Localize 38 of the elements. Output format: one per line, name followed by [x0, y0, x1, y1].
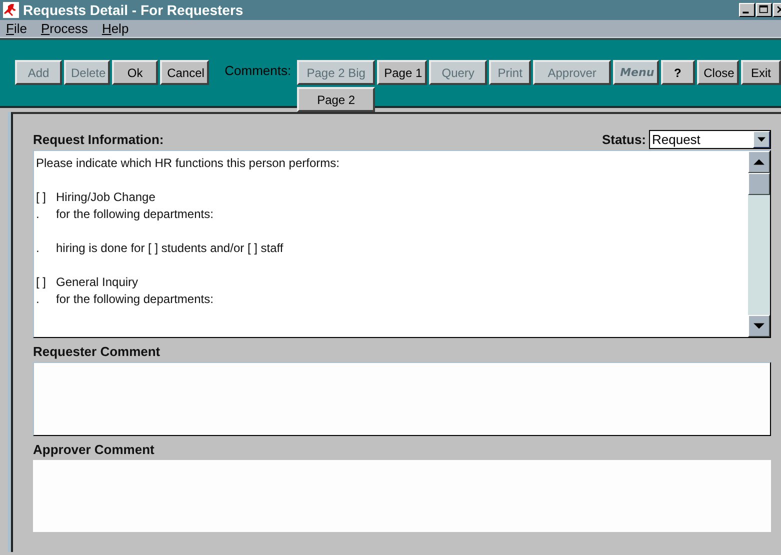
text-line: Hiring/Job Change	[56, 189, 156, 206]
menu-item[interactable]: Process	[40, 21, 88, 36]
maximize-button[interactable]	[756, 3, 772, 17]
line-marker: [ ]	[36, 274, 48, 291]
status-dropdown[interactable]: Request	[649, 130, 771, 148]
requester-comment-field[interactable]	[33, 362, 771, 436]
scroll-thumb[interactable]	[748, 173, 770, 195]
line-marker: .	[36, 240, 40, 257]
section-label: Request Information:	[33, 132, 165, 146]
menu-item[interactable]: Help	[102, 21, 129, 36]
menu-item[interactable]: File	[6, 21, 27, 36]
section-label: Requester Comment	[33, 344, 162, 361]
toolbar-button[interactable]: Cancel	[160, 60, 209, 85]
toolbar-button[interactable]: Ok	[112, 60, 158, 85]
line-marker: [ ]	[36, 189, 48, 206]
line-marker: .	[36, 206, 40, 223]
scrollbar[interactable]	[748, 151, 770, 337]
toolbar-button[interactable]: ?	[660, 60, 695, 85]
text-line: for the following departments:	[56, 291, 214, 308]
text-line: hiring is done for [ ] students and/or [ ] staff	[56, 240, 284, 257]
section-label: Approver Comment	[33, 442, 156, 459]
minimize-button[interactable]	[739, 3, 755, 17]
scroll-down-button[interactable]	[748, 315, 770, 337]
request-information-field[interactable]	[33, 150, 771, 338]
text-line: for the following departments:	[56, 206, 214, 223]
status-label: Status:	[602, 132, 646, 146]
toolbar-button[interactable]: Page 1	[377, 60, 428, 85]
toolbar-button[interactable]: Exit	[740, 60, 781, 85]
toolbar-button[interactable]: Close	[696, 60, 739, 85]
text-line: General Inquiry	[56, 274, 138, 291]
comments-label: Comments:	[224, 62, 292, 80]
app-icon	[3, 2, 19, 18]
scroll-up-button[interactable]	[748, 151, 770, 173]
line-marker: .	[36, 291, 40, 308]
page-button[interactable]: Page 2	[297, 87, 376, 112]
window-title: Requests Detail - For Requesters	[23, 2, 244, 18]
text-line: Please indicate which HR functions this person performs:	[36, 155, 340, 172]
approver-comment-field[interactable]	[33, 460, 771, 532]
